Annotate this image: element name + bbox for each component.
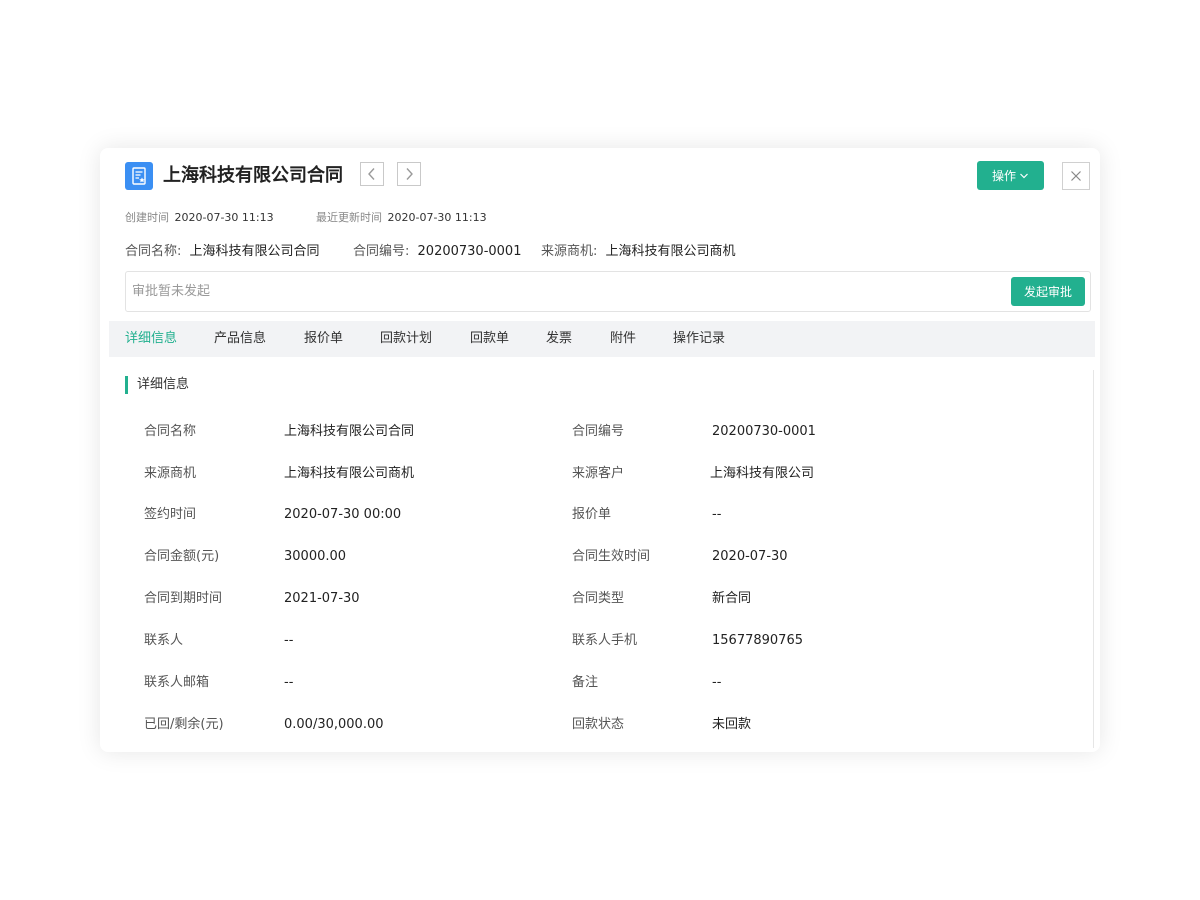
field-label: 合同名称 [144,424,197,439]
field-value: -- [284,633,294,648]
summary-label: 合同名称: [125,244,182,259]
field-label: 联系人 [144,633,184,648]
field-label: 来源商机 [144,466,197,481]
field-label: 合同类型 [572,591,625,606]
field-value: 2021-07-30 [284,591,360,606]
field-value: 0.00/30,000.00 [284,717,384,732]
created-time: 创建时间 2020-07-30 11:13 [125,210,274,226]
tab-attachments[interactable]: 附件 [610,321,636,357]
close-icon [1071,171,1081,181]
contract-detail-panel: 上海科技有限公司合同 操作 创建时间 2020-07-30 11:13 最近更新… [100,148,1100,752]
field-label: 已回/剩余(元) [144,717,224,732]
tab-quotes[interactable]: 报价单 [304,321,343,357]
field-value: 30000.00 [284,549,347,564]
field-label: 合同金额(元) [144,549,220,564]
tab-payment-receipts[interactable]: 回款单 [470,321,509,357]
summary-label: 来源商机: [541,244,598,259]
actions-dropdown-button[interactable]: 操作 [977,161,1044,190]
field-value: -- [284,675,294,690]
section-accent-bar [125,376,128,394]
start-approval-button[interactable]: 发起审批 [1011,277,1085,306]
summary-value: 上海科技有限公司商机 [605,244,736,259]
field-value: 20200730-0001 [712,424,816,439]
summary-contract-name: 合同名称: 上海科技有限公司合同 [125,242,320,262]
chevron-left-icon [368,168,375,180]
field-label: 回款状态 [572,717,625,732]
field-label: 联系人手机 [572,633,638,648]
chevron-right-icon [406,168,413,180]
next-record-button[interactable] [397,162,421,186]
actions-button-label: 操作 [991,169,1016,183]
close-button[interactable] [1062,162,1090,190]
scrollbar-track[interactable] [1093,370,1094,748]
summary-value: 20200730-0001 [417,244,522,259]
field-label: 联系人邮箱 [144,675,210,690]
field-label: 合同到期时间 [144,591,223,606]
field-value: 上海科技有限公司商机 [284,466,415,481]
tab-operation-log[interactable]: 操作记录 [673,321,725,357]
summary-contract-number: 合同编号: 20200730-0001 [353,242,521,262]
approval-bar: 审批暂未发起 发起审批 [125,271,1091,312]
prev-record-button[interactable] [360,162,384,186]
field-label: 备注 [572,675,599,690]
field-label: 来源客户 [572,466,625,481]
field-value: 上海科技有限公司合同 [284,424,415,439]
updated-time-value: 2020-07-30 11:13 [387,211,487,224]
tab-payment-plan[interactable]: 回款计划 [380,321,432,357]
updated-time-label: 最近更新时间 [316,211,382,224]
field-value: 未回款 [712,717,752,732]
page-title: 上海科技有限公司合同 [163,165,343,186]
summary-source-opportunity: 来源商机: 上海科技有限公司商机 [541,242,736,262]
tab-details[interactable]: 详细信息 [125,321,177,357]
tab-products[interactable]: 产品信息 [214,321,266,357]
field-value: -- [712,675,722,690]
chevron-down-icon [1020,173,1028,178]
field-value: 2020-07-30 00:00 [284,507,402,522]
field-value: -- [712,507,722,522]
document-icon [125,162,153,190]
section-title: 详细信息 [137,377,190,392]
tab-invoices[interactable]: 发票 [546,321,572,357]
approval-status-text: 审批暂未发起 [132,284,211,299]
created-time-label: 创建时间 [125,211,169,224]
field-label: 合同生效时间 [572,549,651,564]
tab-bar: 详细信息 产品信息 报价单 回款计划 回款单 发票 附件 操作记录 [109,321,1095,357]
field-label: 签约时间 [144,507,197,522]
field-value: 新合同 [712,591,752,606]
field-label: 合同编号 [572,424,625,439]
created-time-value: 2020-07-30 11:13 [174,211,274,224]
field-value: 15677890765 [712,633,803,648]
field-label: 报价单 [572,507,612,522]
summary-value: 上海科技有限公司合同 [189,244,320,259]
updated-time: 最近更新时间 2020-07-30 11:13 [316,210,487,226]
field-value: 上海科技有限公司 [710,466,815,481]
field-value: 2020-07-30 [712,549,788,564]
summary-label: 合同编号: [353,244,410,259]
